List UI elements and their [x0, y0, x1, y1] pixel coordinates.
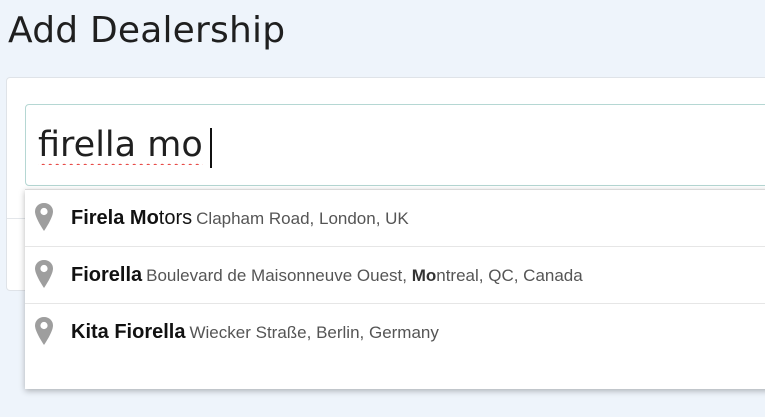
suggestion-item[interactable]: Kita Fiorella Wiecker Straße, Berlin, Ger…: [25, 304, 765, 360]
map-pin-icon: [35, 317, 53, 345]
map-pin-icon: [35, 203, 53, 231]
autocomplete-dropdown: Firela Motors Clapham Road, London, UK Fi…: [25, 189, 765, 389]
suggestion-text: Fiorella Boulevard de Maisonneuve Ouest, …: [71, 247, 583, 303]
suggestion-name-match: Firela Mo: [71, 207, 159, 229]
suggestion-name-match: Fiorella: [71, 264, 143, 286]
suggestion-address: Clapham Road, London, UK: [196, 209, 409, 228]
page-title: Add Dealership: [8, 10, 286, 51]
suggestion-address: Wiecker Straße, Berlin, Germany: [189, 323, 439, 342]
suggestion-address-match: Mo: [411, 266, 437, 285]
suggestion-name: Kita Fiorella: [71, 321, 185, 343]
suggestion-name: Firela Motors: [71, 207, 192, 229]
suggestion-address-part: Boulevard de Maisonneuve Ouest,: [146, 266, 412, 285]
dealership-search-input[interactable]: [25, 104, 765, 186]
suggestion-item[interactable]: Firela Motors Clapham Road, London, UK: [25, 190, 765, 247]
suggestion-text: Kita Fiorella Wiecker Straße, Berlin, Ger…: [71, 304, 439, 360]
map-pin-icon: [35, 260, 53, 288]
suggestion-name-match: Kita Fiorella: [71, 321, 186, 343]
suggestion-text: Firela Motors Clapham Road, London, UK: [71, 190, 409, 246]
suggestion-name-rest: tors: [158, 207, 193, 229]
suggestion-name: Fiorella: [71, 264, 142, 286]
text-caret: [210, 128, 212, 168]
suggestion-address-part: ntreal, QC, Canada: [436, 266, 583, 285]
suggestion-address: Boulevard de Maisonneuve Ouest, Montreal…: [146, 266, 583, 285]
suggestion-item[interactable]: Fiorella Boulevard de Maisonneuve Ouest, …: [25, 247, 765, 304]
